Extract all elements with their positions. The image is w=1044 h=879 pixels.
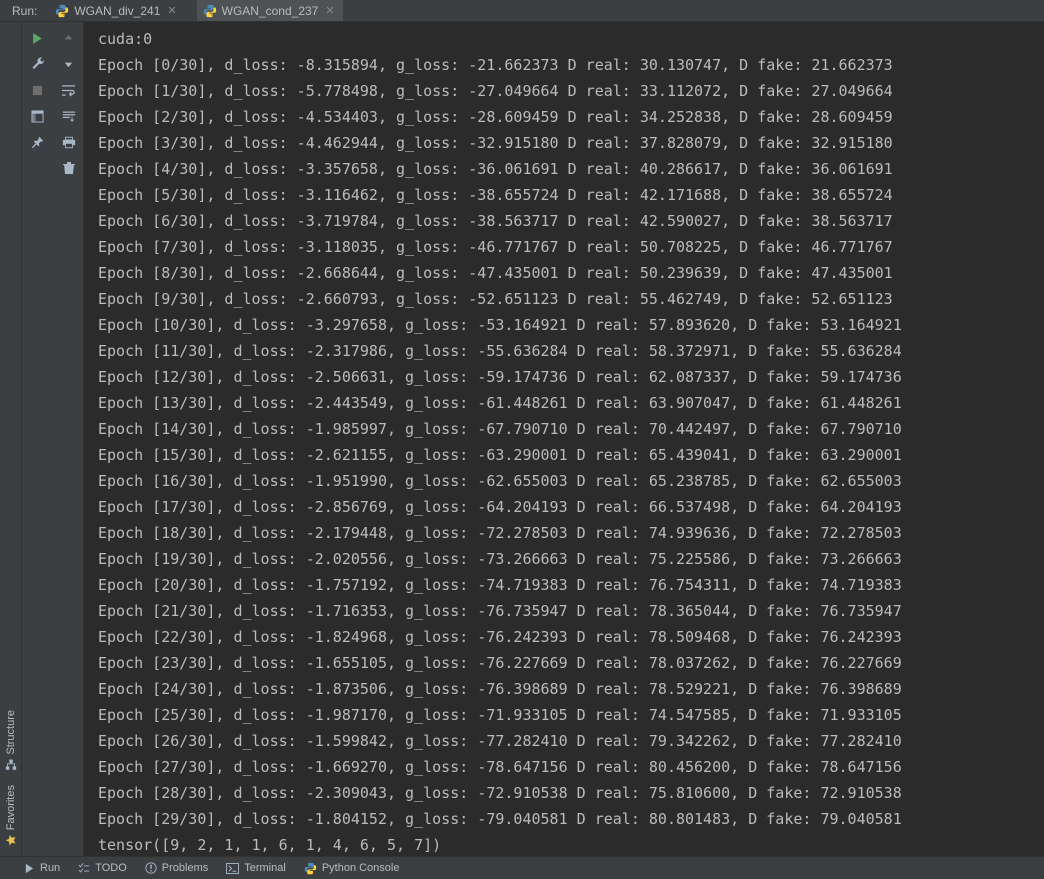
blank: [22, 155, 53, 181]
run-label: Run:: [12, 4, 37, 18]
run-tab-wgan-cond[interactable]: WGAN_cond_237 ✕: [197, 0, 343, 21]
wrench-icon: [31, 57, 45, 71]
close-icon[interactable]: ✕: [165, 4, 178, 17]
run-icon: [31, 32, 44, 45]
print-button[interactable]: [53, 129, 84, 155]
bottom-todo-button[interactable]: TODO: [78, 862, 127, 874]
run-icon: [24, 863, 35, 874]
problems-icon: [145, 862, 157, 874]
scroll-to-end-icon: [62, 110, 76, 123]
python-icon: [304, 862, 317, 875]
console-output[interactable]: cuda:0 Epoch [0/30], d_loss: -8.315894, …: [84, 22, 1044, 856]
stop-icon: [32, 85, 43, 96]
todo-icon: [78, 863, 90, 874]
up-arrow-icon: [63, 33, 74, 44]
tab-label: WGAN_div_241: [74, 4, 160, 18]
layout-icon: [31, 110, 44, 123]
down-stack-button[interactable]: [53, 51, 84, 77]
sidebar-label: Favorites: [5, 785, 17, 830]
run-tab-wgan-div[interactable]: WGAN_div_241 ✕: [49, 0, 184, 21]
pin-icon: [31, 136, 44, 149]
python-file-icon: [55, 4, 69, 18]
run-tool-strip: [22, 22, 84, 856]
trash-icon: [63, 161, 75, 175]
bottom-terminal-button[interactable]: Terminal: [226, 862, 286, 874]
tab-label: WGAN_cond_237: [222, 4, 319, 18]
close-icon[interactable]: ✕: [323, 4, 336, 17]
modify-run-config-button[interactable]: [22, 51, 53, 77]
structure-sidebar-button[interactable]: Structure: [3, 706, 19, 781]
python-file-icon: [203, 4, 217, 18]
bottom-label: TODO: [95, 862, 127, 874]
soft-wrap-button[interactable]: [53, 77, 84, 103]
down-arrow-icon: [63, 59, 74, 70]
up-stack-button[interactable]: [53, 25, 84, 51]
bottom-toolwindow-bar: Run TODO Problems Terminal Python Consol…: [0, 856, 1044, 879]
left-rail: Structure Favorites: [0, 22, 22, 856]
bottom-python-console-button[interactable]: Python Console: [304, 862, 400, 875]
bottom-label: Terminal: [244, 862, 286, 874]
clear-all-button[interactable]: [53, 155, 84, 181]
terminal-icon: [226, 863, 239, 874]
bottom-problems-button[interactable]: Problems: [145, 862, 208, 874]
favorites-sidebar-button[interactable]: Favorites: [3, 781, 19, 856]
bottom-label: Problems: [162, 862, 208, 874]
scroll-to-end-button[interactable]: [53, 103, 84, 129]
sidebar-label: Structure: [5, 710, 17, 755]
rerun-button[interactable]: [22, 25, 53, 51]
run-tabs-bar: Run: WGAN_div_241 ✕ WGAN_cond_237 ✕: [0, 0, 1044, 22]
star-icon: [5, 834, 17, 846]
bottom-label: Run: [40, 862, 60, 874]
soft-wrap-icon: [61, 84, 76, 97]
structure-icon: [5, 759, 17, 771]
bottom-run-button[interactable]: Run: [24, 862, 60, 874]
print-icon: [62, 136, 76, 149]
layout-button[interactable]: [22, 103, 53, 129]
bottom-label: Python Console: [322, 862, 400, 874]
pin-button[interactable]: [22, 129, 53, 155]
stop-button[interactable]: [22, 77, 53, 103]
